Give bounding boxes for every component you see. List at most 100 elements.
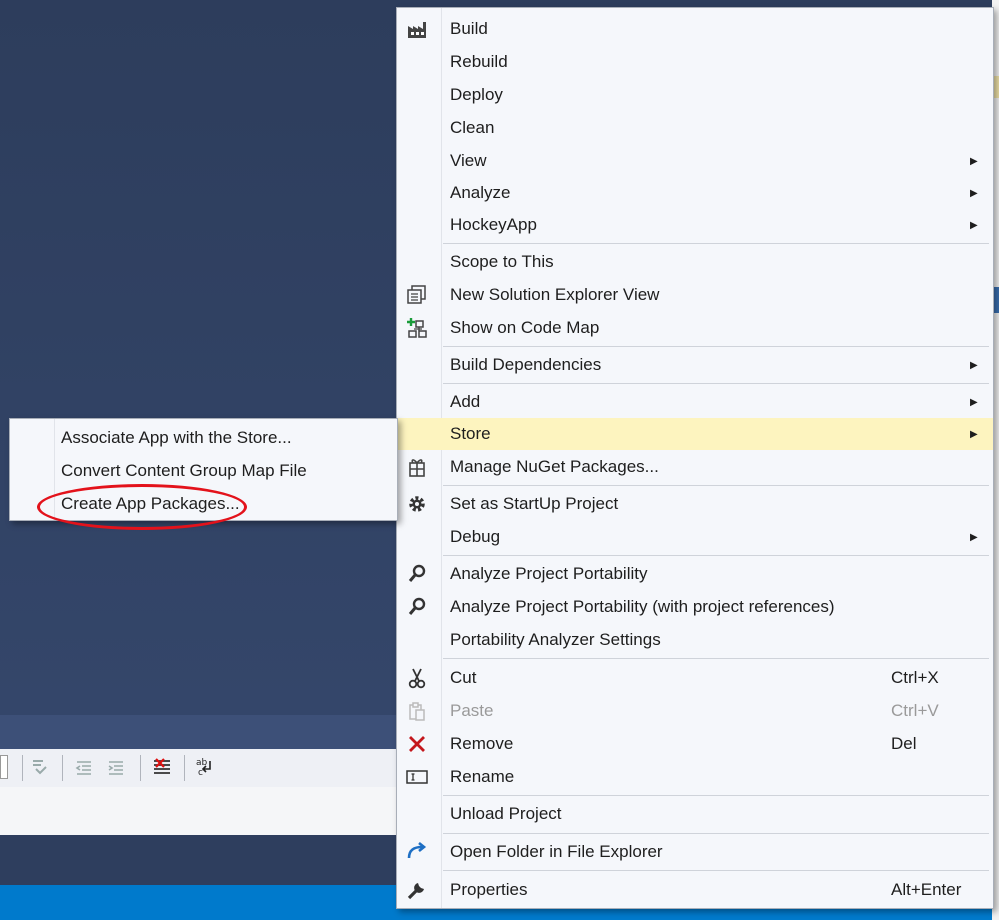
- menu-item-remove[interactable]: Remove Del: [397, 728, 993, 760]
- submenu-arrow-icon: ▶: [970, 396, 978, 408]
- menu-item-analyze-project-portability[interactable]: Analyze Project Portability: [397, 558, 993, 590]
- submenu-arrow-icon: ▶: [970, 531, 978, 543]
- menu-item-analyze[interactable]: Analyze ▶: [397, 177, 993, 209]
- menu-item-shortcut: Ctrl+X: [891, 668, 939, 687]
- ide-bottom-panel: [0, 835, 400, 885]
- menu-item-label: Associate App with the Store...: [61, 428, 292, 447]
- menu-separator: [443, 485, 989, 486]
- toolbar-clear-icon[interactable]: [28, 755, 52, 779]
- remove-x-icon: [405, 733, 429, 755]
- menu-item-show-on-code-map[interactable]: Show on Code Map: [397, 312, 993, 344]
- tool-window-toolbar: ab c: [0, 749, 400, 788]
- rename-icon: [405, 766, 429, 788]
- menu-item-label: Cut: [450, 668, 477, 687]
- submenu-item-convert-content-group-map-file[interactable]: Convert Content Group Map File: [10, 455, 397, 487]
- menu-item-shortcut: Alt+Enter: [891, 880, 962, 899]
- code-map-icon: [405, 317, 429, 339]
- build-icon: [405, 18, 429, 40]
- menu-item-clean[interactable]: Clean: [397, 112, 993, 144]
- menu-item-label: Unload Project: [450, 804, 562, 823]
- solution-context-menu: Build Rebuild Deploy Clean View ▶ Analyz…: [396, 7, 994, 909]
- menu-item-scope-to-this[interactable]: Scope to This: [397, 246, 993, 278]
- menu-item-unload-project[interactable]: Unload Project: [397, 798, 993, 830]
- menu-item-set-as-startup-project[interactable]: Set as StartUp Project: [397, 488, 993, 520]
- submenu-arrow-icon: ▶: [970, 359, 978, 371]
- menu-item-label: HockeyApp: [450, 215, 537, 234]
- submenu-arrow-icon: ▶: [970, 187, 978, 199]
- submenu-arrow-icon: ▶: [970, 428, 978, 440]
- nuget-icon: [405, 456, 429, 478]
- menu-item-shortcut: Del: [891, 734, 917, 753]
- menu-item-label: Scope to This: [450, 252, 554, 271]
- menu-item-label: Clean: [450, 118, 495, 137]
- menu-item-view[interactable]: View ▶: [397, 145, 993, 177]
- menu-item-label: Debug: [450, 527, 501, 546]
- menu-item-paste[interactable]: Paste Ctrl+V: [397, 695, 993, 727]
- menu-item-label: Analyze Project Portability: [450, 564, 648, 583]
- menu-item-label: Remove: [450, 734, 514, 753]
- menu-item-label: Set as StartUp Project: [450, 494, 619, 513]
- menu-item-cut[interactable]: Cut Ctrl+X: [397, 662, 993, 694]
- menu-item-build[interactable]: Build: [397, 13, 993, 45]
- menu-separator: [443, 383, 989, 384]
- magnifier-icon: [405, 563, 429, 585]
- menu-item-label: Show on Code Map: [450, 318, 600, 337]
- wrench-icon: [405, 879, 429, 901]
- menu-item-label: Analyze Project Portability (with projec…: [450, 597, 835, 616]
- toolbar-word-wrap-icon[interactable]: ab c: [194, 755, 218, 779]
- menu-item-deploy[interactable]: Deploy: [397, 79, 993, 111]
- menu-separator: [443, 795, 989, 796]
- menu-item-label: Add: [450, 392, 481, 411]
- menu-item-properties[interactable]: Properties Alt+Enter: [397, 874, 993, 906]
- menu-item-portability-analyzer-settings[interactable]: Portability Analyzer Settings: [397, 624, 993, 656]
- submenu-arrow-icon: ▶: [970, 155, 978, 167]
- menu-item-label: View: [450, 151, 487, 170]
- submenu-item-associate-app-with-store[interactable]: Associate App with the Store...: [10, 422, 397, 454]
- toolbar-clear-all-icon[interactable]: [150, 755, 174, 779]
- paste-icon: [405, 700, 429, 722]
- menu-item-analyze-project-portability-refs[interactable]: Analyze Project Portability (with projec…: [397, 591, 993, 623]
- menu-item-rebuild[interactable]: Rebuild: [397, 46, 993, 78]
- menu-item-label: Portability Analyzer Settings: [450, 630, 661, 649]
- toolbar-separator: [140, 755, 141, 781]
- menu-item-label: Paste: [450, 701, 494, 720]
- menu-item-label: Analyze: [450, 183, 511, 202]
- toolbar-outdent-icon[interactable]: [72, 755, 96, 779]
- new-solution-explorer-view-icon: [405, 284, 429, 306]
- menu-item-label: New Solution Explorer View: [450, 285, 660, 304]
- menu-item-label: Build Dependencies: [450, 355, 602, 374]
- menu-item-label: Open Folder in File Explorer: [450, 842, 663, 861]
- gear-icon: [405, 493, 429, 515]
- tool-window-header: [0, 715, 400, 749]
- menu-item-label: Rebuild: [450, 52, 508, 71]
- menu-separator: [443, 658, 989, 659]
- svg-text:c: c: [198, 768, 203, 778]
- menu-item-label: Convert Content Group Map File: [61, 461, 307, 480]
- menu-item-label: Manage NuGet Packages...: [450, 457, 659, 476]
- output-pane: [0, 787, 400, 835]
- magnifier-icon: [405, 596, 429, 618]
- menu-item-label: Deploy: [450, 85, 503, 104]
- toolbar-input-edge[interactable]: [0, 755, 8, 779]
- toolbar-separator: [62, 755, 63, 781]
- menu-separator: [443, 833, 989, 834]
- toolbar-separator: [184, 755, 185, 781]
- menu-item-store[interactable]: Store ▶: [397, 418, 993, 450]
- menu-separator: [443, 243, 989, 244]
- toolbar-indent-icon[interactable]: [104, 755, 128, 779]
- menu-item-manage-nuget-packages[interactable]: Manage NuGet Packages...: [397, 451, 993, 483]
- toolbar-separator: [22, 755, 23, 781]
- scissors-icon: [405, 667, 429, 689]
- menu-separator: [443, 555, 989, 556]
- menu-item-rename[interactable]: Rename: [397, 761, 993, 793]
- menu-item-debug[interactable]: Debug ▶: [397, 521, 993, 553]
- menu-separator: [443, 346, 989, 347]
- menu-item-build-dependencies[interactable]: Build Dependencies ▶: [397, 349, 993, 381]
- menu-item-new-solution-explorer-view[interactable]: New Solution Explorer View: [397, 279, 993, 311]
- menu-item-open-folder-in-file-explorer[interactable]: Open Folder in File Explorer: [397, 836, 993, 868]
- menu-item-hockeyapp[interactable]: HockeyApp ▶: [397, 209, 993, 241]
- menu-separator: [443, 870, 989, 871]
- menu-item-add[interactable]: Add ▶: [397, 386, 993, 418]
- menu-item-label: Store: [450, 424, 491, 443]
- submenu-arrow-icon: ▶: [970, 219, 978, 231]
